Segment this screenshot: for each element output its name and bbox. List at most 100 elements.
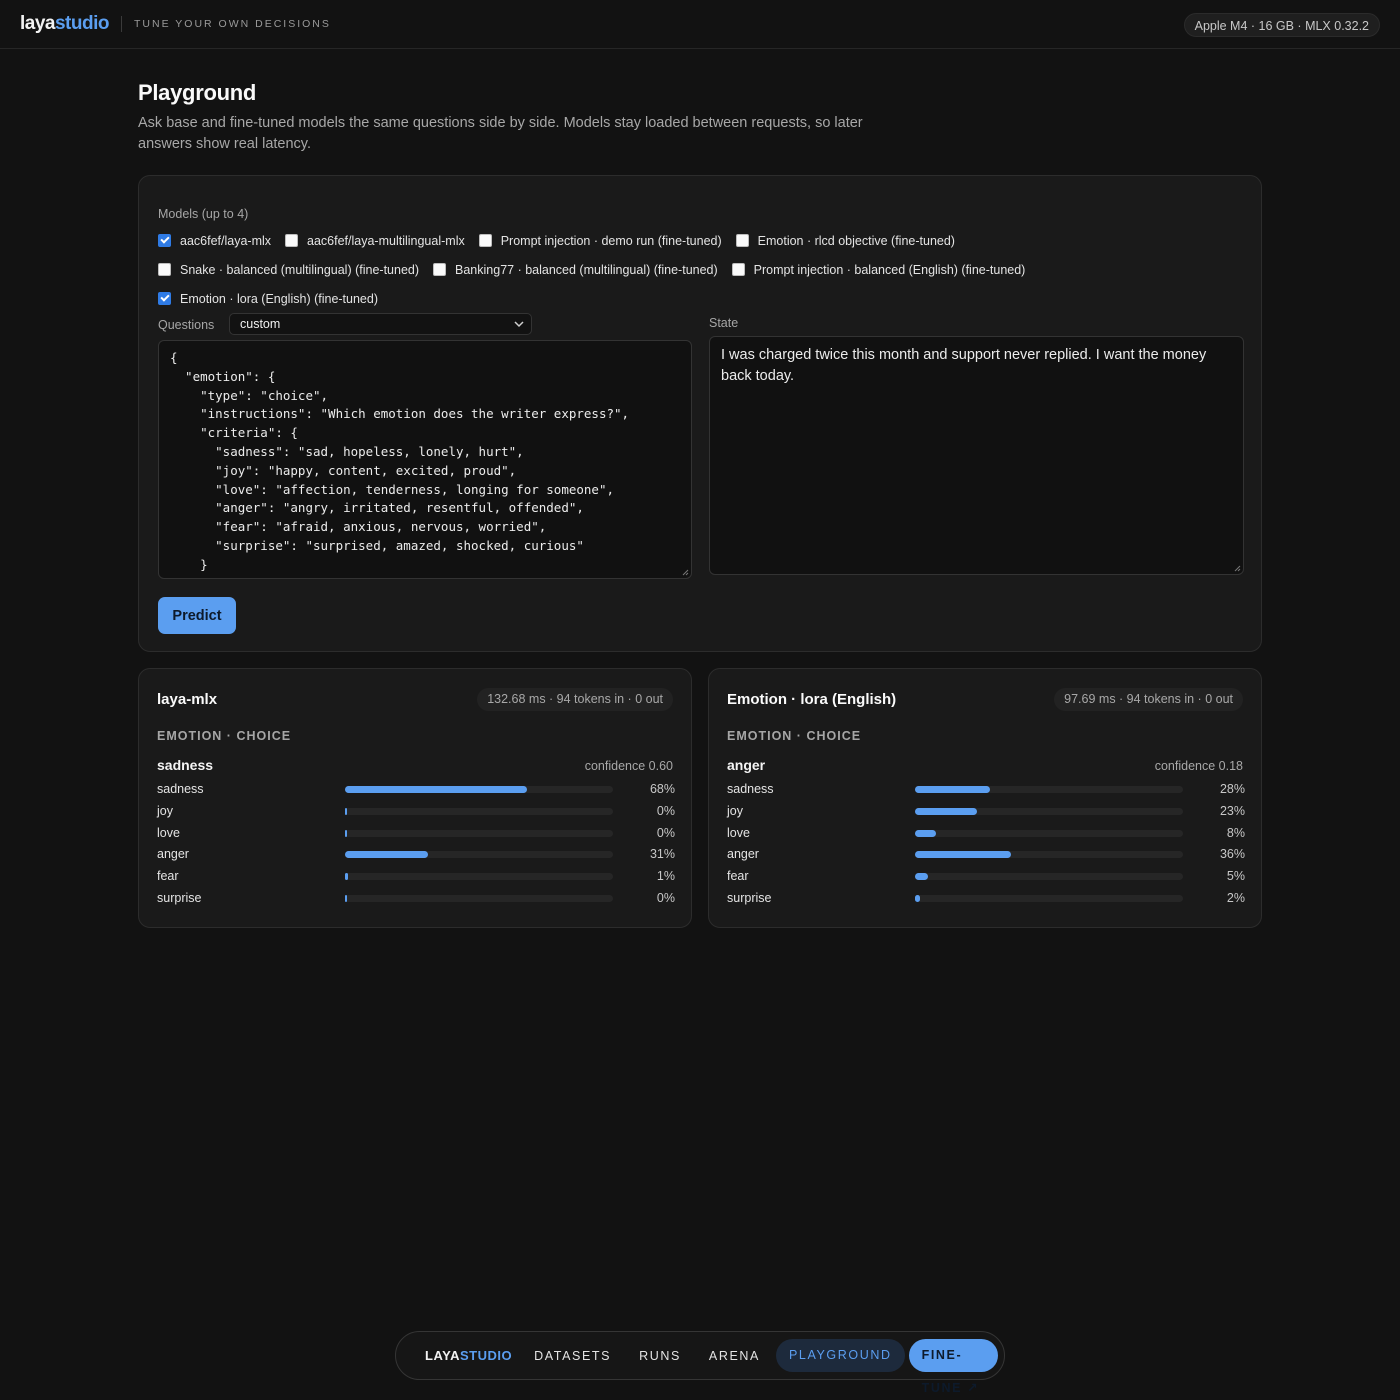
probability-bar-fill	[915, 873, 929, 881]
probability-bar-fill	[915, 786, 991, 793]
probability-label: love	[727, 825, 750, 840]
playground-panel: Models (up to 4) aac6fef/laya-mlx aac6fef…	[138, 175, 1262, 652]
probability-bars: sadness 68% joy 0% love 0% anger 31% fear 1% surpr…	[157, 779, 675, 910]
model-checkbox[interactable]	[158, 234, 171, 247]
probability-bar-track	[915, 894, 1183, 902]
fine-tune-button[interactable]: FINE-TUNE ↗	[908, 1339, 998, 1395]
probability-row: sadness 68%	[157, 779, 675, 801]
probability-row: fear 5%	[727, 866, 1245, 888]
predict-button[interactable]: Predict	[158, 597, 236, 634]
nav-item-playground[interactable]: PLAYGROUND	[775, 1339, 905, 1372]
model-row: Snake · balanced (multilingual) (fine-tu…	[158, 255, 1248, 284]
probability-bar-track	[345, 786, 613, 793]
result-confidence: confidence 0.60	[584, 759, 673, 773]
model-option-label: Prompt injection · balanced (English) (f…	[753, 262, 1026, 277]
model-option-label: Emotion · rlcd objective (fine-tuned)	[757, 233, 955, 248]
probability-row: fear 1%	[157, 866, 675, 888]
probability-value: 28%	[1219, 782, 1245, 796]
probability-label: fear	[157, 869, 179, 884]
probability-row: love 8%	[727, 823, 1245, 845]
nav-item-runs[interactable]: RUNS	[639, 1349, 681, 1363]
probability-bar-track	[915, 807, 1183, 815]
model-option[interactable]: aac6fef/laya-mlx	[158, 234, 271, 248]
state-text: I was charged twice this month and suppo…	[721, 347, 1207, 384]
probability-bar-track	[345, 873, 613, 881]
model-option[interactable]: aac6fef/laya-multilingual-mlx	[285, 234, 465, 248]
model-checkbox[interactable]	[285, 234, 299, 247]
probability-bar-track	[345, 807, 613, 815]
probability-bar-fill	[345, 807, 347, 815]
probability-row: sadness 28%	[727, 779, 1245, 801]
result-card: Emotion · lora (English) 97.69 ms · 94 t…	[708, 668, 1262, 928]
probability-row: surprise 0%	[157, 888, 675, 910]
result-confidence: confidence 0.18	[1154, 759, 1243, 773]
app-logo[interactable]: layastudio	[20, 13, 109, 35]
model-option-label: aac6fef/laya-multilingual-mlx	[307, 233, 465, 248]
model-checkbox[interactable]	[731, 263, 745, 276]
model-checkbox[interactable]	[478, 234, 492, 247]
probability-row: joy 0%	[157, 801, 675, 823]
resize-handle-icon[interactable]	[682, 569, 689, 576]
model-option-label: Snake · balanced (multilingual) (fine-tu…	[180, 262, 420, 277]
probability-value: 36%	[1219, 847, 1245, 862]
model-checkbox[interactable]	[158, 292, 171, 305]
result-latency-badge: 97.69 ms · 94 tokens in · 0 out	[1054, 688, 1243, 711]
probability-row: love 0%	[157, 823, 675, 845]
chevron-down-icon	[514, 321, 524, 328]
nav-logo-text-studio: STUDIO	[460, 1348, 513, 1363]
model-option[interactable]: Snake · balanced (multilingual) (fine-tu…	[158, 263, 419, 277]
result-prediction: anger	[727, 757, 766, 773]
probability-bar-fill	[915, 829, 937, 837]
questions-json-editor[interactable]: { "emotion": { "type": "choice", "instru…	[158, 340, 692, 579]
probability-bar-track	[915, 829, 1183, 837]
probability-bar-fill	[345, 786, 528, 793]
model-row: aac6fef/laya-mlx aac6fef/laya-multilingua…	[158, 226, 1248, 255]
model-option[interactable]: Prompt injection · balanced (English) (f…	[731, 262, 1026, 277]
probability-label: fear	[727, 869, 749, 884]
probability-label: anger	[157, 847, 189, 862]
probability-bar-track	[345, 894, 613, 902]
state-textarea[interactable]: I was charged twice this month and suppo…	[709, 336, 1244, 575]
nav-logo[interactable]: LAYASTUDIO	[425, 1348, 512, 1363]
probability-bar-track	[345, 851, 613, 859]
model-option[interactable]: Banking77 · balanced (multilingual) (fin…	[433, 263, 718, 277]
model-option-label: Emotion · lora (English) (fine-tuned)	[180, 291, 378, 306]
model-checkbox[interactable]	[158, 263, 171, 276]
result-latency-badge: 132.68 ms · 94 tokens in · 0 out	[477, 688, 673, 711]
probability-value: 2%	[1226, 890, 1245, 905]
model-option-label: Prompt injection · demo run (fine-tuned)	[500, 233, 722, 248]
model-checkbox[interactable]	[735, 234, 749, 247]
model-option[interactable]: Prompt injection · demo run (fine-tuned)	[478, 233, 722, 248]
result-prediction: sadness	[157, 757, 214, 773]
result-question-type: EMOTION · CHOICE	[157, 729, 292, 743]
model-option[interactable]: Emotion · rlcd objective (fine-tuned)	[735, 233, 955, 248]
probability-bar-track	[915, 786, 1183, 793]
probability-row: joy 23%	[727, 801, 1245, 823]
nav-item-datasets[interactable]: DATASETS	[534, 1349, 611, 1363]
probability-value: 0%	[656, 890, 675, 905]
probability-label: anger	[727, 847, 759, 862]
probability-label: sadness	[727, 782, 774, 796]
result-model-title: laya-mlx	[157, 691, 218, 708]
model-option[interactable]: Emotion · lora (English) (fine-tuned)	[158, 292, 378, 306]
probability-bar-fill	[915, 807, 977, 815]
nav-item-arena[interactable]: ARENA	[709, 1349, 760, 1363]
probability-row: anger 36%	[727, 844, 1245, 866]
model-option-label: Banking77 · balanced (multilingual) (fin…	[455, 262, 718, 277]
probability-bar-fill	[345, 894, 347, 902]
probability-value: 0%	[656, 803, 675, 818]
result-question-type: EMOTION · CHOICE	[727, 729, 862, 743]
probability-label: sadness	[157, 782, 204, 796]
model-checkbox[interactable]	[433, 263, 447, 276]
probability-value: 68%	[649, 782, 675, 796]
probability-value: 23%	[1219, 803, 1245, 818]
bottom-navigation: LAYASTUDIO DATASETS RUNS ARENA PLAYGROUN…	[395, 1331, 1005, 1395]
probability-label: love	[157, 825, 180, 840]
resize-handle-icon[interactable]	[1234, 565, 1241, 572]
probability-label: joy	[157, 803, 173, 818]
probability-bar-fill	[345, 873, 348, 881]
model-option-label: aac6fef/laya-mlx	[180, 233, 272, 248]
questions-select[interactable]: custom	[229, 313, 532, 335]
models-label: Models (up to 4)	[158, 207, 249, 221]
probability-bar-fill	[345, 829, 347, 837]
